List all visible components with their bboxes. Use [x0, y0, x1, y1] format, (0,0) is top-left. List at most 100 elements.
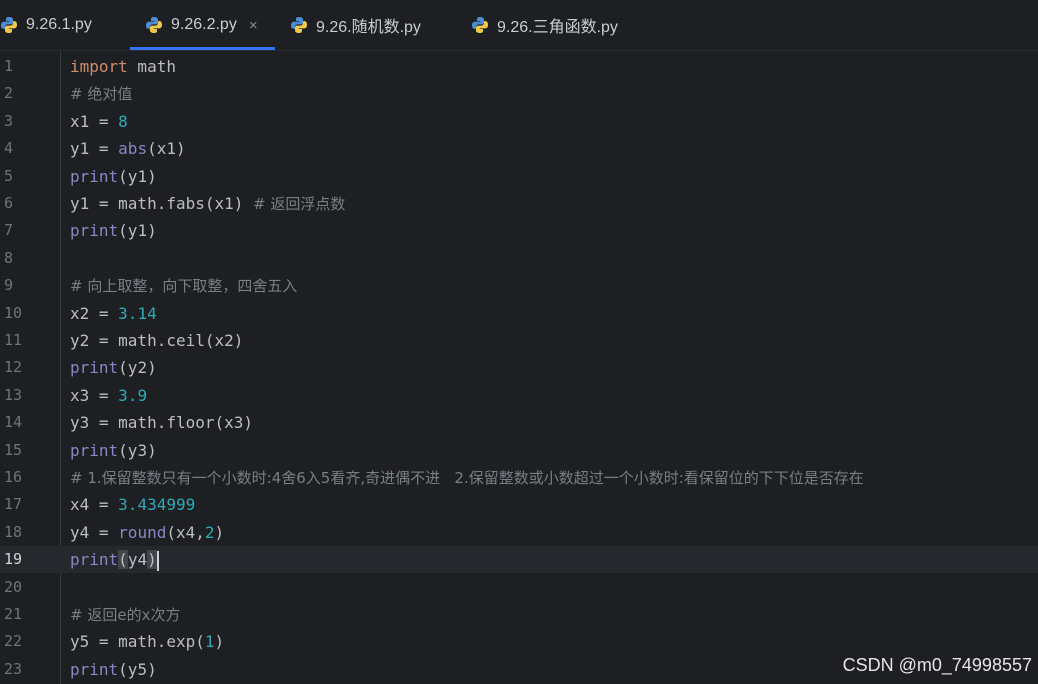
builtin-token: print	[70, 221, 119, 241]
code-line[interactable]: 17 x4 = 3.434999	[0, 491, 1038, 518]
line-number: 20	[4, 577, 23, 596]
builtin-token: abs	[118, 139, 148, 159]
code-line[interactable]: 22 y5 = math.exp(1)	[0, 628, 1038, 655]
code-text[interactable]: x4 = 3.434999	[70, 491, 195, 518]
code-text[interactable]: import math	[70, 53, 176, 80]
line-number: 18	[4, 522, 23, 541]
tab-9-26-2[interactable]: 9.26.2.py ×	[130, 0, 275, 50]
code-line[interactable]: 16 # 1.保留整数只有一个小数时:4舍6入5看齐,奇进偶不进 2.保留整数或小…	[0, 464, 1038, 491]
code-token: x4 =	[70, 495, 119, 515]
code-line[interactable]: 11 y2 = math.ceil(x2)	[0, 327, 1038, 354]
editor-tab-bar: 9.26.1.py 9.26.2.py × 9.26.随机数.py 9.26.三…	[0, 0, 1038, 51]
code-line[interactable]: 18 y4 = round(x4,2)	[0, 519, 1038, 546]
line-number: 15	[4, 440, 23, 459]
identifier-token: math	[127, 57, 176, 76]
tab-9-26-random[interactable]: 9.26.随机数.py	[290, 0, 421, 50]
tab-label: 9.26.2.py	[171, 16, 237, 33]
code-token: x3 =	[70, 385, 119, 405]
code-line[interactable]: 14 y3 = math.floor(x3)	[0, 409, 1038, 436]
code-text[interactable]: # 向上取整，向下取整，四舍五入	[70, 272, 297, 300]
number-token: 2	[204, 522, 215, 542]
code-line[interactable]: 12 print(y2)	[0, 354, 1038, 381]
code-token: )	[214, 522, 225, 542]
line-number: 5	[4, 166, 14, 185]
code-text[interactable]: y3 = math.floor(x3)	[70, 409, 253, 436]
line-number: 19	[4, 550, 23, 569]
code-text[interactable]: # 绝对值	[70, 80, 132, 108]
code-token: y2 = math.ceil(x2)	[70, 331, 244, 350]
code-token: y5 = math.exp(	[70, 632, 205, 652]
code-line[interactable]: 7 print(y1)	[0, 217, 1038, 244]
tab-9-26-trig[interactable]: 9.26.三角函数.py	[471, 0, 618, 50]
comment-token: # 绝对值	[70, 85, 133, 104]
builtin-token: print	[70, 550, 119, 570]
line-number: 22	[4, 632, 23, 651]
builtin-token: round	[118, 522, 167, 542]
comment-token: # 返回浮点数	[253, 195, 346, 213]
code-token: (x1)	[147, 139, 186, 159]
code-text[interactable]: # 1.保留整数只有一个小数时:4舍6入5看齐,奇进偶不进 2.保留整数或小数超…	[70, 464, 864, 492]
tab-label: 9.26.三角函数.py	[497, 19, 618, 36]
code-text[interactable]: print(y1)	[70, 217, 157, 244]
code-text[interactable]: x2 = 3.14	[70, 300, 157, 327]
code-text[interactable]: y5 = math.exp(1)	[70, 628, 224, 655]
keyword-token: import	[70, 57, 128, 76]
code-line[interactable]: 6 y1 = math.fabs(x1) # 返回浮点数	[0, 190, 1038, 217]
line-number: 2	[4, 84, 14, 103]
code-line[interactable]: 21 # 返回e的x次方	[0, 601, 1038, 628]
code-token: y1 =	[70, 139, 119, 159]
code-text[interactable]: print(y5)	[70, 656, 157, 683]
code-text[interactable]: print(y4)	[70, 546, 159, 573]
code-token: (y3)	[118, 440, 157, 460]
builtin-token: print	[70, 440, 119, 460]
code-line[interactable]: 13 x3 = 3.9	[0, 382, 1038, 409]
line-number: 14	[4, 413, 23, 432]
code-text[interactable]: print(y2)	[70, 354, 157, 381]
tab-9-26-1[interactable]: 9.26.1.py	[0, 0, 92, 50]
code-line[interactable]: 3 x1 = 8	[0, 108, 1038, 135]
code-line[interactable]: 9 # 向上取整，向下取整，四舍五入	[0, 272, 1038, 299]
code-text[interactable]: print(y3)	[70, 437, 157, 464]
code-text[interactable]: y2 = math.ceil(x2)	[70, 327, 243, 354]
code-line[interactable]: 19 print(y4)	[0, 546, 1038, 574]
code-text[interactable]: x1 = 8	[70, 108, 128, 135]
line-number: 23	[4, 659, 23, 678]
code-text[interactable]: x3 = 3.9	[70, 382, 147, 409]
line-number: 21	[4, 605, 23, 623]
code-line[interactable]: 20	[0, 574, 1038, 601]
code-token: )	[214, 632, 225, 652]
number-token: 8	[118, 111, 128, 131]
python-file-icon	[291, 17, 307, 33]
code-token: y4 =	[70, 522, 119, 542]
code-token: (y5)	[118, 659, 157, 679]
line-number: 4	[4, 139, 14, 158]
code-token: x2 =	[70, 303, 119, 323]
code-line[interactable]: 10 x2 = 3.14	[0, 300, 1038, 327]
line-number: 17	[4, 495, 23, 514]
code-token: (y1)	[118, 221, 157, 241]
code-text[interactable]: y4 = round(x4,2)	[70, 519, 224, 546]
code-token: x1 =	[70, 111, 119, 131]
builtin-token: print	[70, 358, 119, 378]
line-number: 8	[4, 248, 14, 267]
code-line[interactable]: 2 # 绝对值	[0, 80, 1038, 107]
code-line[interactable]: 15 print(y3)	[0, 437, 1038, 464]
close-icon[interactable]: ×	[249, 17, 258, 34]
line-number: 10	[4, 303, 23, 322]
code-line[interactable]: 8	[0, 245, 1038, 272]
number-token: 1	[204, 632, 215, 652]
code-text[interactable]: # 返回e的x次方	[70, 601, 180, 629]
code-text[interactable]: y1 = math.fabs(x1) # 返回浮点数	[70, 190, 345, 218]
code-editor[interactable]: 1 import math 2 # 绝对值 3 x1 = 8 4 y1 = abs(x1) 5 p…	[0, 51, 1038, 684]
code-line[interactable]: 5 print(y1)	[0, 163, 1038, 190]
code-text[interactable]: print(y1)	[70, 163, 157, 190]
number-token: 3.9	[118, 385, 148, 405]
line-number: 13	[4, 385, 23, 404]
code-line[interactable]: 1 import math	[0, 53, 1038, 80]
code-token: (y2)	[118, 358, 157, 378]
line-number: 9	[4, 276, 14, 295]
python-file-icon	[1, 17, 17, 33]
code-text[interactable]: y1 = abs(x1)	[70, 135, 186, 162]
text-caret	[156, 550, 159, 571]
code-line[interactable]: 4 y1 = abs(x1)	[0, 135, 1038, 162]
